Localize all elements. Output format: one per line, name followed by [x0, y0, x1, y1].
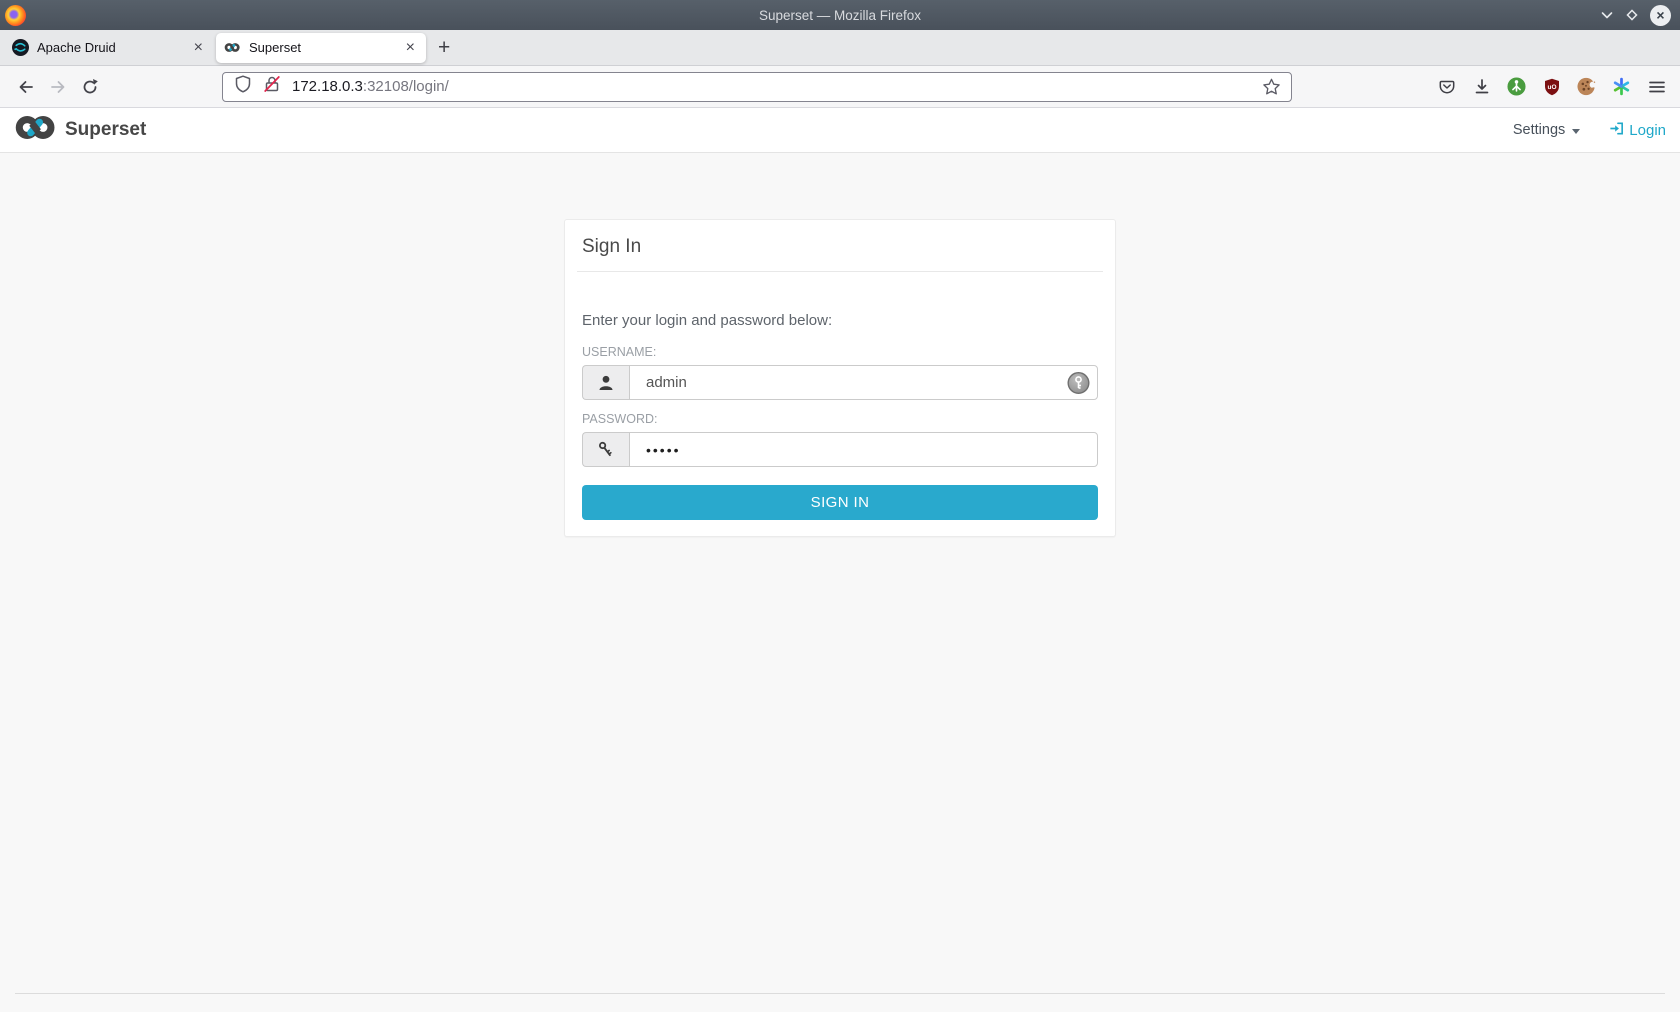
page-content: Sign In Enter your login and password be…	[0, 153, 1680, 1012]
superset-favicon-icon	[224, 39, 241, 56]
superset-navbar: Superset Settings Login	[0, 108, 1680, 153]
key-icon	[582, 432, 629, 467]
bookmark-star-icon[interactable]	[1262, 77, 1281, 96]
tab-label: Superset	[249, 40, 302, 55]
tab-bar: Apache Druid × Superset × +	[0, 30, 1680, 66]
insecure-connection-lock-icon[interactable]	[262, 74, 282, 99]
minimize-icon[interactable]	[1600, 8, 1614, 22]
ublock-origin-icon[interactable]: uO	[1541, 76, 1562, 97]
brand-name: Superset	[65, 119, 147, 140]
settings-menu[interactable]: Settings	[1512, 122, 1581, 138]
navbar-right: Settings Login	[1513, 120, 1666, 141]
pocket-icon[interactable]	[1436, 76, 1457, 97]
login-link[interactable]: Login	[1608, 120, 1666, 141]
username-input[interactable]	[629, 365, 1098, 400]
sign-in-instructions: Enter your login and password below:	[582, 312, 833, 329]
window-controls: ×	[1600, 4, 1680, 26]
sign-in-arrow-icon	[1608, 120, 1625, 141]
svg-text:uO: uO	[1547, 84, 1556, 91]
privacy-extension-icon[interactable]	[1506, 76, 1527, 97]
new-tab-button[interactable]: +	[427, 37, 461, 58]
tab-superset[interactable]: Superset ×	[216, 32, 426, 63]
menu-hamburger-icon[interactable]	[1646, 76, 1667, 97]
asterisk-extension-icon[interactable]	[1611, 76, 1632, 97]
reload-icon[interactable]	[74, 72, 106, 102]
druid-favicon-icon	[12, 39, 29, 56]
password-input[interactable]	[629, 432, 1098, 467]
back-icon[interactable]	[10, 72, 42, 102]
close-window-icon[interactable]: ×	[1650, 4, 1671, 26]
url-host: 172.18.0.3	[292, 78, 363, 95]
tab-apache-druid[interactable]: Apache Druid ×	[4, 33, 214, 63]
window-title: Superset — Mozilla Firefox	[758, 7, 922, 23]
password-label: PASSWORD:	[582, 412, 658, 426]
tab-label: Apache Druid	[37, 40, 116, 55]
url-bar[interactable]: 172.18.0.3:32108/login/	[222, 71, 1292, 102]
close-tab-icon[interactable]: ×	[403, 39, 418, 56]
firefox-logo-icon	[5, 4, 26, 26]
login-label: Login	[1629, 121, 1666, 139]
sign-in-form: Enter your login and password below: USE…	[565, 272, 1115, 536]
downloads-icon[interactable]	[1471, 76, 1492, 97]
footer-divider	[15, 993, 1665, 994]
sign-in-title: Sign In	[582, 236, 642, 257]
superset-brand[interactable]: Superset	[14, 114, 146, 146]
username-label: USERNAME:	[582, 345, 657, 359]
close-tab-icon[interactable]: ×	[191, 39, 206, 56]
password-group	[582, 432, 1098, 467]
titlebar: Superset — Mozilla Firefox ×	[0, 0, 1680, 30]
browser-toolbar: 172.18.0.3:32108/login/ uO	[0, 66, 1680, 108]
maximize-icon[interactable]	[1625, 8, 1639, 22]
sign-in-card: Sign In Enter your login and password be…	[564, 219, 1116, 537]
cookie-extension-icon[interactable]	[1576, 76, 1597, 97]
toolbar-extensions: uO	[1436, 76, 1670, 97]
settings-label: Settings	[1512, 122, 1566, 138]
keepassxc-key-icon[interactable]	[1067, 371, 1090, 394]
username-group	[582, 365, 1098, 400]
tracking-protection-shield-icon[interactable]	[233, 74, 253, 99]
firefox-window: Superset — Mozilla Firefox × Apache Drui…	[0, 0, 1680, 1012]
superset-logo-icon	[14, 114, 58, 146]
chevron-down-icon	[1572, 128, 1581, 134]
sign-in-button[interactable]: SIGN IN	[582, 485, 1098, 520]
url-text: 172.18.0.3:32108/login/	[292, 78, 449, 95]
forward-icon[interactable]	[42, 72, 74, 102]
user-icon	[582, 365, 629, 400]
url-path: :32108/login/	[362, 78, 449, 95]
